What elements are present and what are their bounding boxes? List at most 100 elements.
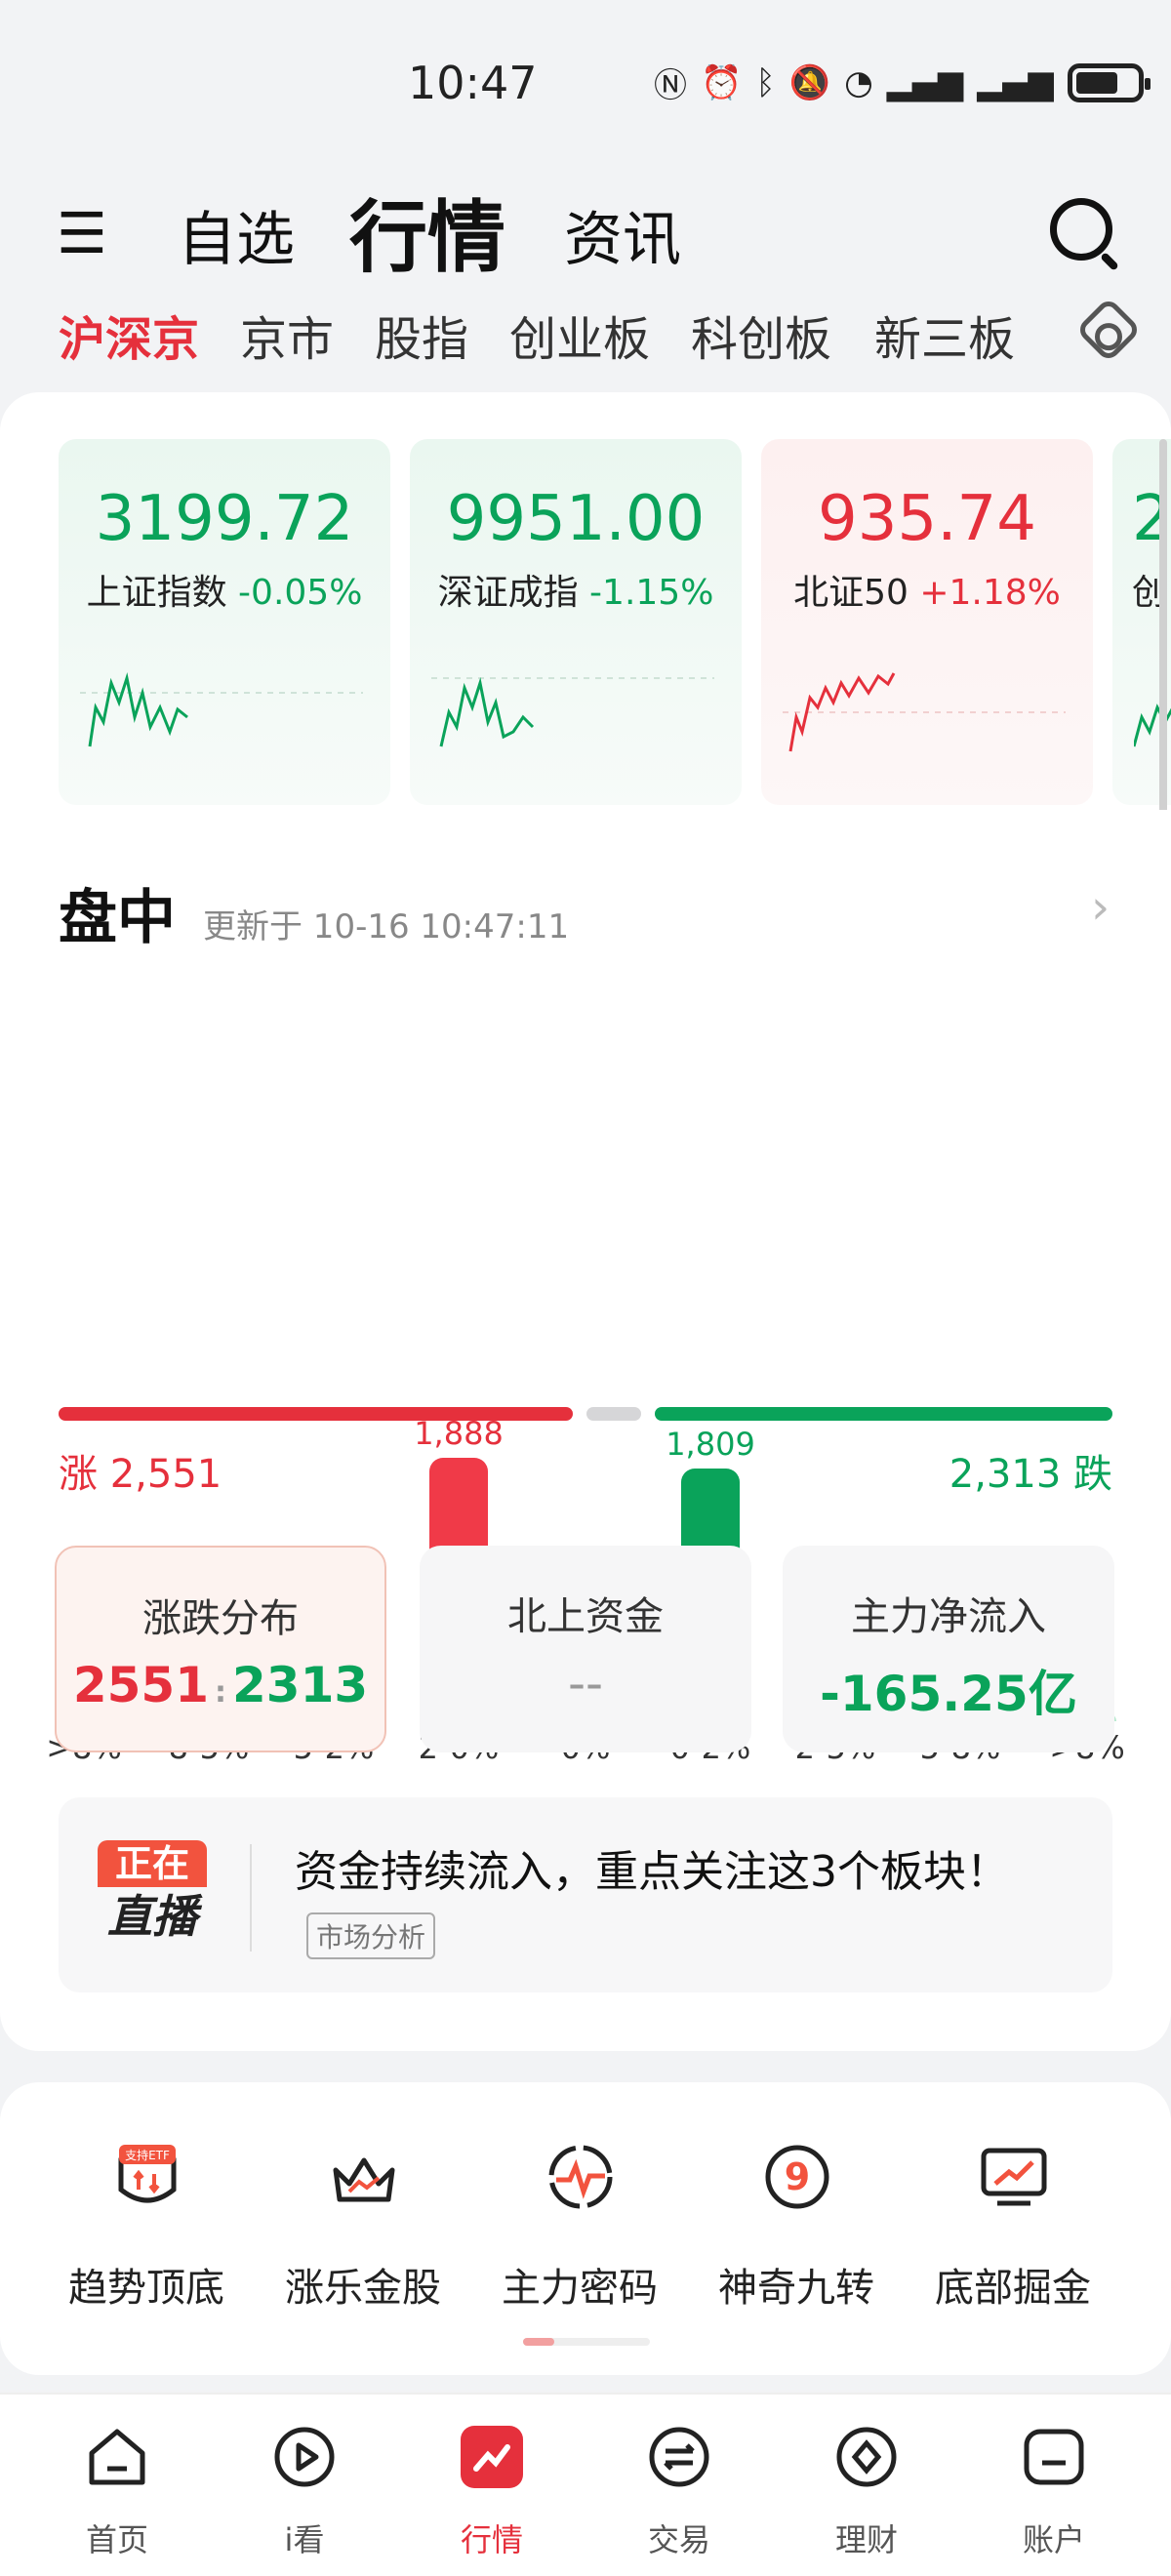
- bottom-nav-label: 交易: [647, 2521, 710, 2558]
- tab-watchlist[interactable]: 自选: [178, 192, 295, 277]
- tool-magic-nine[interactable]: 9 神奇九转: [689, 2141, 904, 2336]
- index-change: +1.18%: [919, 573, 1061, 613]
- crown-icon: [333, 2157, 395, 2202]
- nfc-icon: Ⓝ: [654, 66, 687, 105]
- index-name: 北证50: [793, 573, 909, 613]
- search-icon[interactable]: [1050, 198, 1112, 261]
- tool-label: 涨乐金股: [285, 2266, 441, 2311]
- bottom-nav-account[interactable]: 账户: [976, 2424, 1132, 2570]
- stat-northbound-funds[interactable]: 北上资金 --: [420, 1546, 751, 1752]
- stat-sep: :: [215, 1675, 226, 1710]
- market-overview-card: 3199.72 上证指数 -0.05% 9951.00 深证成指 -1.15% …: [0, 392, 1171, 2051]
- bottom-nav-wealth[interactable]: 理财: [788, 2424, 945, 2570]
- market-icon: [461, 2426, 523, 2488]
- page-indicator: [523, 2338, 650, 2346]
- market-tabs: 沪深京 京市 股指 创业板 科创板 新三板: [0, 293, 1171, 371]
- index-change: -1.15%: [589, 573, 714, 613]
- wealth-icon: [836, 2427, 897, 2487]
- tool-trend-top-bottom[interactable]: 支持ETF 趋势顶底: [39, 2141, 254, 2336]
- status-bar: 10:47 Ⓝ ⏰ ᛒ 🔕 ◔ ▂▄▆ ▂▄▆: [0, 0, 1171, 171]
- signal-4g-icon: ▂▄▆: [977, 62, 1054, 102]
- index-card-bse50[interactable]: 935.74 北证50 +1.18%: [761, 439, 1093, 805]
- stat-main-net-inflow[interactable]: 主力净流入 -165.25亿: [783, 1546, 1114, 1752]
- index-name: 深证成指: [437, 573, 579, 613]
- down-ratio-bar: [654, 1407, 1112, 1421]
- tab-news[interactable]: 资讯: [564, 192, 681, 277]
- bottom-nav-label: 行情: [460, 2521, 523, 2558]
- menu-icon[interactable]: ☰: [57, 200, 107, 266]
- tool-glyph: 9: [785, 2155, 810, 2198]
- tools-card: 支持ETF 趋势顶底 涨乐金股 主力密码 9 神奇九转 底部掘金: [0, 2082, 1171, 2375]
- index-carousel[interactable]: 3199.72 上证指数 -0.05% 9951.00 深证成指 -1.15% …: [0, 439, 1171, 810]
- live-banner[interactable]: 正在 直播 资金持续流入，重点关注这3个板块！ 市场分析: [59, 1797, 1112, 1992]
- account-icon: [1024, 2429, 1084, 2485]
- tab-market[interactable]: 行情: [349, 175, 505, 288]
- bottom-nav-label: 账户: [1022, 2521, 1085, 2558]
- market-tab-jingshi[interactable]: 京市: [240, 301, 334, 369]
- bottom-nav-label: 首页: [85, 2521, 148, 2558]
- tool-label: 主力密码: [502, 2266, 658, 2311]
- divider: [250, 1844, 252, 1952]
- index-card-shanghai[interactable]: 3199.72 上证指数 -0.05%: [59, 439, 390, 805]
- bottom-nav: 首页 i看 行情 交易 理财 账户: [0, 2393, 1171, 2576]
- tool-zhangle-gold-stock[interactable]: 涨乐金股: [256, 2141, 470, 2336]
- alarm-icon: ⏰: [701, 62, 743, 102]
- home-icon: [89, 2429, 145, 2485]
- live-badge-bottom: 直播: [107, 1890, 197, 1943]
- bottom-nav-trade[interactable]: 交易: [601, 2424, 757, 2570]
- market-tab-stock-index[interactable]: 股指: [375, 301, 468, 369]
- bottom-nav-label: i看: [284, 2521, 325, 2558]
- index-card-shenzhen[interactable]: 9951.00 深证成指 -1.15%: [410, 439, 742, 805]
- market-tab-hushenjing[interactable]: 沪深京: [59, 301, 199, 369]
- bottom-nav-ikan[interactable]: i看: [226, 2424, 383, 2570]
- stat-rise-fall-distribution[interactable]: 涨跌分布 2551:2313: [55, 1546, 386, 1752]
- down-count: 2,313 跌: [949, 1452, 1112, 1497]
- up-count: 涨 2,551: [59, 1452, 222, 1497]
- up-ratio-bar: [59, 1407, 573, 1421]
- stat-down: 2313: [232, 1657, 369, 1713]
- index-name: 上证指数: [86, 573, 227, 613]
- chevron-right-icon[interactable]: ›: [1091, 880, 1110, 935]
- section-title: 盘中: [59, 884, 176, 952]
- bar-value-label: 1,809: [666, 1426, 755, 1463]
- status-icons: Ⓝ ⏰ ᛒ 🔕 ◔ ▂▄▆ ▂▄▆: [654, 59, 1151, 106]
- tool-main-force-code[interactable]: 主力密码: [472, 2141, 687, 2336]
- market-tab-star[interactable]: 科创板: [691, 301, 831, 369]
- update-time: 更新于 10-16 10:47:11: [203, 907, 570, 946]
- tool-badge: 支持ETF: [125, 2148, 170, 2162]
- market-tab-chinext[interactable]: 创业板: [509, 301, 650, 369]
- monitor-chart-icon: [981, 2148, 1047, 2206]
- tool-label: 神奇九转: [718, 2266, 874, 2311]
- bottom-nav-label: 理财: [834, 2521, 898, 2558]
- tool-label: 趋势顶底: [68, 2266, 224, 2311]
- sparkline: [783, 672, 1066, 752]
- stat-value: --: [567, 1655, 604, 1711]
- settings-icon[interactable]: [1075, 297, 1142, 363]
- live-badge-icon: 正在 直播: [98, 1840, 207, 1950]
- scrollbar[interactable]: [1159, 439, 1167, 810]
- trade-icon: [649, 2427, 709, 2487]
- battery-icon: [1067, 62, 1151, 102]
- tool-bottom-gold-digging[interactable]: 底部掘金: [906, 2141, 1120, 2336]
- shield-etf-icon: 支持ETF: [118, 2145, 177, 2203]
- pulse-circle-icon: [548, 2145, 613, 2209]
- top-nav: ☰ 自选 行情 资讯: [0, 171, 1171, 293]
- index-value: 3199.72: [95, 483, 354, 555]
- signal-5g-icon: ▂▄▆: [886, 62, 964, 102]
- sparkline: [431, 677, 714, 747]
- flat-ratio-bar: [586, 1407, 641, 1421]
- wifi-icon: ◔: [844, 62, 873, 102]
- market-tab-neeq[interactable]: 新三板: [874, 301, 1015, 369]
- index-change: -0.05%: [238, 573, 363, 613]
- play-icon: [274, 2427, 335, 2487]
- bottom-nav-market[interactable]: 行情: [414, 2424, 570, 2570]
- mute-icon: 🔕: [788, 62, 831, 102]
- sparkline: [80, 672, 363, 747]
- bottom-nav-home[interactable]: 首页: [39, 2424, 195, 2570]
- stat-up: 2551: [72, 1657, 209, 1713]
- live-badge-top: 正在: [98, 1840, 207, 1887]
- bluetooth-icon: ᛒ: [755, 62, 776, 102]
- section-header: 盘中 更新于 10-16 10:47:11: [59, 870, 569, 955]
- index-value: 935.74: [818, 483, 1036, 555]
- stat-title: 主力净流入: [851, 1594, 1046, 1639]
